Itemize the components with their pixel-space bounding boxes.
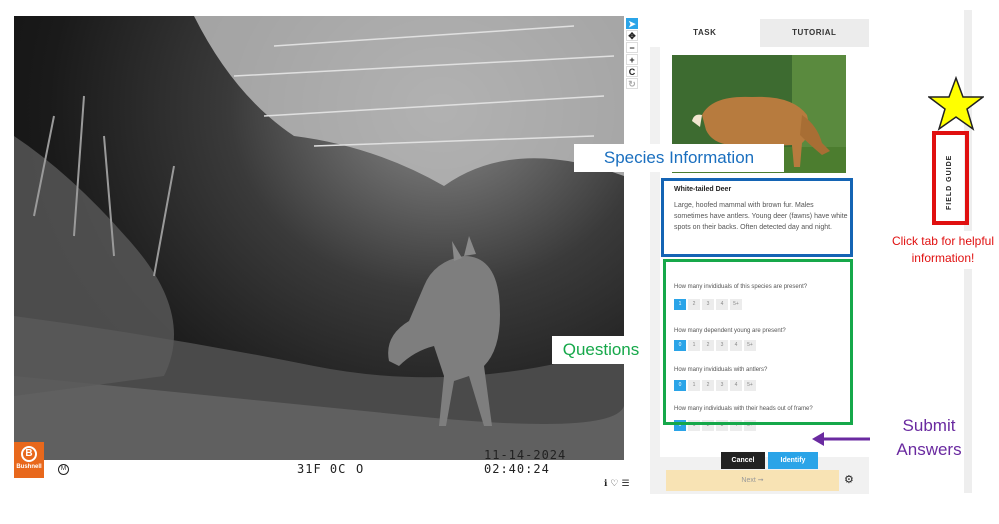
field-guide-highlight [932,131,969,225]
move-icon[interactable]: ✥ [626,30,638,41]
info-icon[interactable]: ℹ [604,478,607,489]
tab-task[interactable]: TASK [650,19,760,47]
questions-annotation: Questions [552,336,650,364]
moon-phase-icon: O [356,462,364,476]
tab-tutorial[interactable]: TUTORIAL [759,19,869,47]
pointer-icon[interactable]: ➤ [626,18,638,29]
page: B Bushnell M 31F 0C O 11-14-2024 02:40:2… [0,0,999,524]
reset-icon[interactable]: C [626,66,638,77]
questions-highlight [663,259,853,425]
night-forest-scene [14,16,624,478]
species-info-annotation: Species Information [574,144,784,172]
species-info-highlight [661,178,853,257]
submit-annotation: Submit Answers [896,416,962,459]
next-button[interactable]: Next ➞ [666,470,839,491]
bushnell-logo-text: Bushnell [16,464,42,470]
rotate-icon[interactable]: ↻ [626,78,638,89]
cancel-button[interactable]: Cancel [721,452,765,469]
bushnell-logo-initial: B [21,446,37,462]
star-icon [928,76,984,131]
image-toolbar: ➤ ✥ − + C ↻ [626,18,638,89]
zoom-out-icon[interactable]: − [626,42,638,53]
field-guide-annotation: Click tab for helpful information! [886,231,999,269]
gear-icon[interactable]: ⚙ [844,473,854,486]
subject-meta-icons: ℹ ♡ ☰ [604,478,630,489]
collect-icon[interactable]: ☰ [622,478,630,489]
temperature-readout: 31F 0C [297,462,347,476]
zoom-in-icon[interactable]: + [626,54,638,65]
panel-tabs: TASK TUTORIAL [650,19,869,47]
timestamp-readout: 11-14-2024 02:40:24 [484,448,567,476]
bushnell-logo: B Bushnell [14,442,44,478]
mode-icon: M [58,464,69,475]
camera-trap-image[interactable]: B Bushnell M 31F 0C O 11-14-2024 02:40:2… [14,16,624,478]
favorite-icon[interactable]: ♡ [610,478,618,489]
identify-button[interactable]: Identify [768,452,818,469]
arrow-left-icon [812,432,870,446]
